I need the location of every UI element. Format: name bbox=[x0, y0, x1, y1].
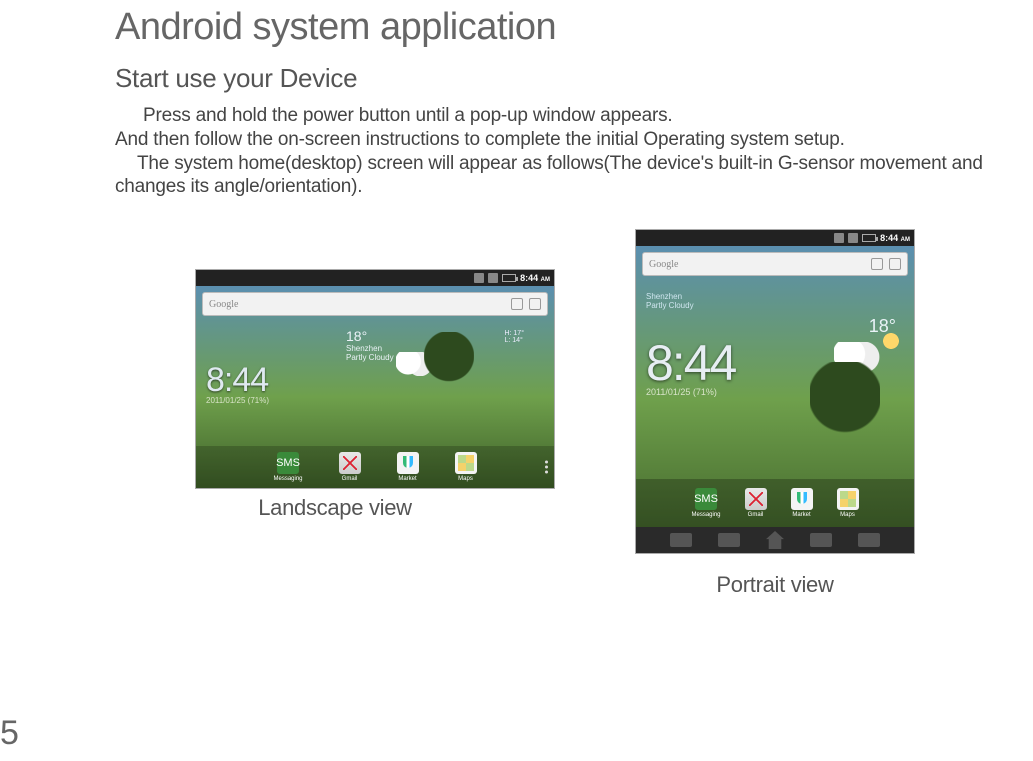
weather-cond: Partly Cloudy bbox=[346, 353, 394, 362]
wallpaper-tree bbox=[810, 362, 880, 482]
app-maps[interactable]: Maps bbox=[455, 452, 477, 482]
app-label: Messaging bbox=[691, 512, 720, 518]
back-button[interactable] bbox=[670, 533, 692, 547]
app-market[interactable]: Market bbox=[397, 452, 419, 482]
page-number: 5 bbox=[0, 714, 19, 753]
status-ampm: AM bbox=[901, 237, 910, 243]
landscape-caption: Landscape view bbox=[258, 495, 412, 521]
section-heading: Start use your Device bbox=[115, 63, 1023, 94]
app-label: Gmail bbox=[342, 476, 358, 482]
page-title: Android system application bbox=[115, 6, 1023, 49]
app-label: Messaging bbox=[273, 476, 302, 482]
status-time: 8:44 AM bbox=[520, 273, 550, 283]
page-indicator-icon bbox=[545, 461, 548, 474]
weather-lo: L: 14° bbox=[504, 337, 524, 344]
portrait-column: 8:44 AM Google Shenzhen Partly Cloudy 18… bbox=[635, 229, 915, 598]
network-icon bbox=[848, 233, 858, 243]
views-row: 8:44 AM Google 8:44 2011/01/25 (71%) 18° bbox=[115, 229, 1023, 598]
google-logo: Google bbox=[209, 299, 238, 310]
portrait-device-mock: 8:44 AM Google Shenzhen Partly Cloudy 18… bbox=[635, 229, 915, 554]
app-dock: SMS Messaging Gmail Market Maps bbox=[636, 479, 914, 527]
app-label: Gmail bbox=[748, 512, 764, 518]
app-market[interactable]: Market bbox=[791, 488, 813, 518]
body-line-1: Press and hold the power button until a … bbox=[115, 104, 1023, 128]
app-messaging[interactable]: SMS Messaging bbox=[273, 452, 302, 482]
clock-time: 8:44 bbox=[206, 363, 269, 397]
messaging-icon: SMS bbox=[695, 488, 717, 510]
nav-bar bbox=[636, 527, 914, 553]
widget-area: 8:44 2011/01/25 (71%) 18° Shenzhen Partl… bbox=[196, 322, 554, 446]
weather-city: Shenzhen bbox=[346, 344, 394, 353]
widget-area: Shenzhen Partly Cloudy 18° 8:44 2011/01/… bbox=[636, 282, 914, 479]
app-messaging[interactable]: SMS Messaging bbox=[691, 488, 720, 518]
body-line-2: And then follow the on-screen instructio… bbox=[115, 128, 1023, 152]
app-dock: SMS Messaging Gmail Market Maps bbox=[196, 446, 554, 488]
clock-date: 2011/01/25 (71%) bbox=[206, 397, 269, 405]
battery-icon bbox=[502, 274, 516, 282]
gmail-icon bbox=[745, 488, 767, 510]
home-screen-portrait: Google Shenzhen Partly Cloudy 18° 8:44 bbox=[636, 246, 914, 553]
search-icon[interactable] bbox=[511, 298, 523, 310]
signal-icon bbox=[834, 233, 844, 243]
status-ampm: AM bbox=[541, 277, 550, 283]
app-label: Market bbox=[792, 512, 810, 518]
recent-button[interactable] bbox=[858, 533, 880, 547]
status-time: 8:44 AM bbox=[880, 233, 910, 243]
body-line-3: The system home(desktop) screen will app… bbox=[115, 152, 1023, 200]
maps-icon bbox=[837, 488, 859, 510]
weather-widget: 18° Shenzhen Partly Cloudy bbox=[346, 328, 394, 362]
gmail-icon bbox=[339, 452, 361, 474]
market-icon bbox=[397, 452, 419, 474]
messaging-icon: SMS bbox=[277, 452, 299, 474]
clock-widget: 8:44 2011/01/25 (71%) bbox=[196, 363, 269, 405]
weather-temp: 18° bbox=[869, 316, 896, 337]
weather-hi: H: 17° bbox=[504, 330, 524, 337]
weather-city: Shenzhen bbox=[646, 292, 904, 301]
wallpaper-tree bbox=[424, 332, 474, 412]
status-time-value: 8:44 bbox=[520, 273, 538, 283]
status-bar: 8:44 AM bbox=[636, 230, 914, 246]
signal-icon bbox=[474, 273, 484, 283]
weather-hi-lo: H: 17° L: 14° bbox=[504, 330, 524, 344]
search-button[interactable] bbox=[810, 533, 832, 547]
weather-widget: Shenzhen Partly Cloudy bbox=[646, 292, 904, 310]
home-screen-landscape: Google 8:44 2011/01/25 (71%) 18° Shenzhe… bbox=[196, 286, 554, 488]
app-label: Market bbox=[398, 476, 416, 482]
voice-search-icon[interactable] bbox=[889, 258, 901, 270]
status-time-value: 8:44 bbox=[880, 233, 898, 243]
market-icon bbox=[791, 488, 813, 510]
weather-temp: 18° bbox=[346, 328, 394, 344]
google-search-bar[interactable]: Google bbox=[642, 252, 908, 276]
weather-cond: Partly Cloudy bbox=[646, 301, 904, 310]
portrait-caption: Portrait view bbox=[716, 572, 833, 598]
battery-icon bbox=[862, 234, 876, 242]
app-gmail[interactable]: Gmail bbox=[745, 488, 767, 518]
google-search-bar[interactable]: Google bbox=[202, 292, 548, 316]
voice-search-icon[interactable] bbox=[529, 298, 541, 310]
maps-icon bbox=[455, 452, 477, 474]
app-gmail[interactable]: Gmail bbox=[339, 452, 361, 482]
network-icon bbox=[488, 273, 498, 283]
app-maps[interactable]: Maps bbox=[837, 488, 859, 518]
search-icon[interactable] bbox=[871, 258, 883, 270]
home-button[interactable] bbox=[766, 531, 784, 549]
app-label: Maps bbox=[840, 512, 855, 518]
menu-button[interactable] bbox=[718, 533, 740, 547]
landscape-device-mock: 8:44 AM Google 8:44 2011/01/25 (71%) 18° bbox=[195, 269, 555, 489]
app-label: Maps bbox=[458, 476, 473, 482]
status-bar: 8:44 AM bbox=[196, 270, 554, 286]
landscape-column: 8:44 AM Google 8:44 2011/01/25 (71%) 18° bbox=[115, 229, 555, 521]
google-logo: Google bbox=[649, 259, 678, 270]
